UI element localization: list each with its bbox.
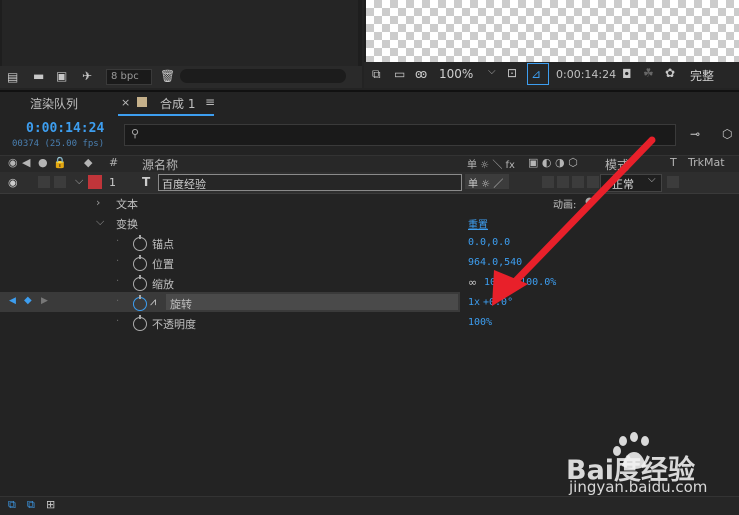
watermark-url: jingyan.baidu.com — [569, 478, 708, 496]
